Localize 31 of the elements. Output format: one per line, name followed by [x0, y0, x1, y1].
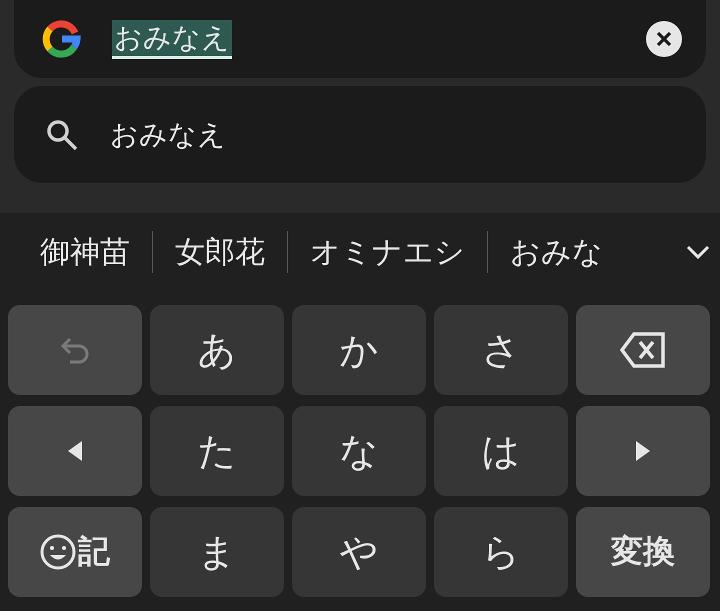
kana-key[interactable]: や — [292, 507, 426, 597]
right-arrow-icon — [636, 441, 650, 461]
kana-key[interactable]: ま — [150, 507, 284, 597]
clear-button[interactable] — [646, 21, 682, 57]
search-icon — [46, 118, 78, 150]
kana-key[interactable]: さ — [434, 305, 568, 395]
search-text: おみなえ — [112, 20, 232, 58]
chevron-down-icon — [686, 245, 710, 259]
kana-key[interactable]: は — [434, 406, 568, 496]
suggestion-text: おみなえ — [110, 116, 226, 152]
key-label: 記 — [78, 531, 110, 572]
candidate-word[interactable]: オミナエシ — [288, 232, 487, 272]
suggestion-item[interactable]: おみなえ — [14, 86, 706, 183]
kana-key[interactable]: な — [292, 406, 426, 496]
backspace-icon — [620, 332, 666, 368]
search-bar[interactable]: おみなえ — [14, 0, 706, 78]
kana-key[interactable]: か — [292, 305, 426, 395]
left-arrow-icon — [68, 441, 82, 461]
expand-button[interactable] — [686, 245, 710, 259]
candidate-word[interactable]: 御神苗 — [18, 232, 152, 272]
kana-key[interactable]: ら — [434, 507, 568, 597]
candidate-word[interactable]: 女郎花 — [153, 232, 287, 272]
kana-key[interactable]: た — [150, 406, 284, 496]
kana-key[interactable]: あ — [150, 305, 284, 395]
smiley-icon — [40, 534, 76, 570]
candidate-word[interactable]: おみな — [488, 232, 625, 272]
logo-icon — [42, 19, 82, 59]
symbol-key[interactable]: 記 — [8, 507, 142, 597]
backspace-key[interactable] — [576, 305, 710, 395]
convert-key[interactable]: 変換 — [576, 507, 710, 597]
close-icon — [656, 31, 672, 47]
